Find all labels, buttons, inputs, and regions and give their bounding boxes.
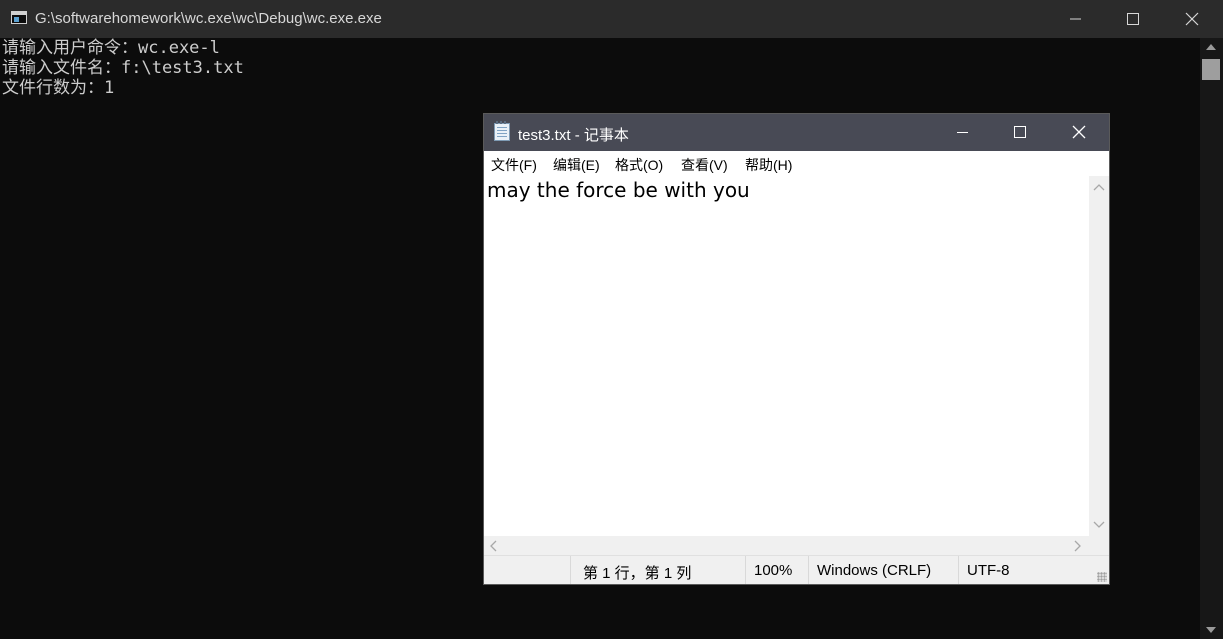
chevron-left-icon[interactable] — [488, 540, 498, 552]
menu-format[interactable]: 格式(O) — [615, 155, 663, 175]
status-line-ending: Windows (CRLF) — [817, 562, 932, 579]
notepad-text-area[interactable]: may the force be with you — [484, 176, 1089, 536]
notepad-icon — [494, 121, 510, 141]
status-cursor-position: 第 1 行，第 1 列 — [583, 565, 692, 582]
notepad-titlebar[interactable]: test3.txt - 记事本 — [484, 114, 1109, 151]
maximize-icon — [1014, 126, 1026, 138]
console-minimize-button[interactable] — [1046, 0, 1104, 38]
scroll-up-icon[interactable] — [1206, 44, 1216, 50]
menu-view[interactable]: 查看(V) — [681, 155, 728, 175]
chevron-down-icon[interactable] — [1093, 520, 1105, 530]
chevron-right-icon[interactable] — [1073, 540, 1083, 552]
notepad-maximize-button[interactable] — [991, 114, 1049, 151]
menu-help[interactable]: 帮助(H) — [745, 155, 792, 175]
console-window-icon — [11, 11, 27, 24]
console-close-button[interactable] — [1162, 0, 1220, 38]
status-divider — [745, 556, 746, 584]
notepad-statusbar: 第 1 行，第 1 列 100% Windows (CRLF) UTF-8 — [484, 555, 1109, 584]
minimize-icon — [957, 132, 968, 133]
minimize-icon — [1070, 18, 1081, 20]
console-line: 文件行数为：1 — [2, 78, 115, 98]
maximize-icon — [1127, 13, 1139, 25]
resize-grip-icon[interactable] — [1097, 572, 1107, 582]
notepad-window: test3.txt - 记事本 文件(F) 编辑(E) 格式(O) 查看(V) … — [483, 113, 1110, 585]
notepad-vertical-scrollbar[interactable] — [1089, 176, 1109, 536]
close-icon — [1185, 12, 1199, 26]
console-title: G:\softwarehomework\wc.exe\wc\Debug\wc.e… — [35, 10, 382, 27]
status-divider — [570, 556, 571, 584]
status-encoding: UTF-8 — [967, 562, 1010, 579]
console-titlebar[interactable]: G:\softwarehomework\wc.exe\wc\Debug\wc.e… — [0, 0, 1223, 38]
notepad-close-button[interactable] — [1050, 114, 1108, 151]
notepad-content: may the force be with you — [487, 178, 750, 202]
menu-file[interactable]: 文件(F) — [491, 155, 537, 175]
console-scroll-thumb[interactable] — [1202, 59, 1220, 80]
menu-edit[interactable]: 编辑(E) — [553, 155, 600, 175]
console-scrollbar[interactable] — [1200, 38, 1223, 639]
console-line: 请输入文件名：f:\test3.txt — [2, 58, 244, 78]
notepad-minimize-button[interactable] — [933, 114, 991, 151]
scroll-down-icon[interactable] — [1206, 627, 1216, 633]
scrollbar-corner — [1089, 536, 1109, 555]
console-maximize-button[interactable] — [1104, 0, 1162, 38]
status-divider — [808, 556, 809, 584]
status-zoom: 100% — [754, 562, 793, 579]
chevron-up-icon[interactable] — [1093, 182, 1105, 192]
notepad-horizontal-scrollbar[interactable] — [484, 536, 1089, 555]
console-line: 请输入用户命令：wc.exe-l — [2, 38, 220, 58]
status-divider — [958, 556, 959, 584]
notepad-menubar: 文件(F) 编辑(E) 格式(O) 查看(V) 帮助(H) — [484, 151, 1109, 176]
notepad-title: test3.txt - 记事本 — [518, 127, 629, 144]
close-icon — [1072, 125, 1086, 139]
